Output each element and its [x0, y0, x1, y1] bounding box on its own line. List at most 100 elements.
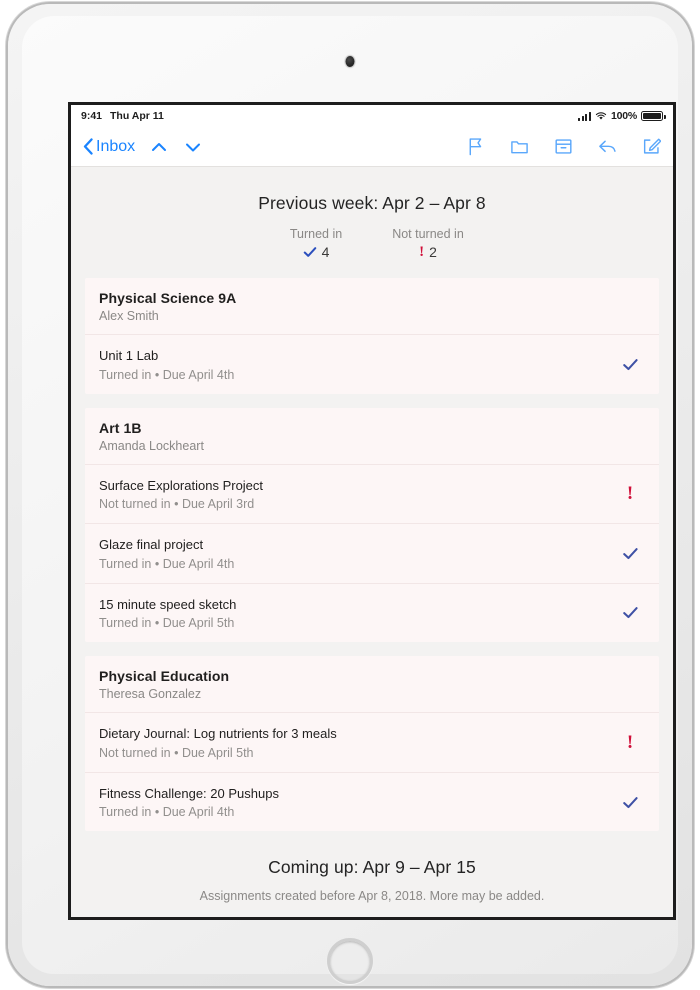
assignment-due-date: Due April 5th — [181, 745, 254, 760]
chevron-up-icon[interactable] — [149, 137, 169, 157]
stat-turned-in-value-group: 4 — [273, 244, 359, 260]
chevron-left-icon — [83, 138, 93, 155]
class-name: Art 1B — [99, 419, 142, 436]
battery-percentage: 100% — [610, 110, 637, 122]
wifi-icon — [595, 112, 607, 120]
assignment-row[interactable]: Unit 1 Lab Turned in • Due April 4th — [85, 334, 659, 394]
exclamation-icon: ! — [626, 731, 634, 753]
archive-icon[interactable] — [554, 137, 573, 156]
coming-up-note: Assignments created before Apr 8, 2018. … — [199, 889, 545, 904]
stat-not-turned-in-count: 2 — [429, 244, 437, 260]
assignment-status-indicator: ! — [617, 733, 643, 752]
assignment-details: Surface Explorations Project Not turned … — [99, 477, 617, 512]
navigation-left-group: Inbox — [83, 137, 203, 157]
flag-icon[interactable] — [466, 137, 485, 156]
class-card: Art 1B Amanda Lockheart Surface Explorat… — [85, 407, 659, 643]
assignment-separator: • — [154, 367, 160, 382]
assignment-status-indicator — [617, 604, 643, 621]
device-screen: 9:41 Thu Apr 11 100% Inbox Previous week… — [68, 102, 676, 920]
assignment-details: Glaze final project Turned in • Due Apri… — [99, 536, 617, 571]
assignment-title: Glaze final project — [99, 537, 204, 553]
stat-turned-in: Turned in 4 — [273, 227, 359, 260]
tablet-bezel: 9:41 Thu Apr 11 100% Inbox Previous week… — [22, 16, 678, 984]
week-summary-stats: Turned in 4 Not turned in ! 2 — [71, 227, 673, 260]
assignment-row[interactable]: Dietary Journal: Log nutrients for 3 mea… — [85, 712, 659, 772]
assignment-title: Dietary Journal: Log nutrients for 3 mea… — [99, 726, 337, 742]
assignment-row[interactable]: 15 minute speed sketch Turned in • Due A… — [85, 582, 659, 643]
class-card-header: Art 1B Amanda Lockheart — [85, 408, 659, 464]
stat-not-turned-in-value-group: ! 2 — [385, 244, 471, 260]
status-bar-right: 100% — [578, 110, 666, 122]
teacher-name: Amanda Lockheart — [99, 438, 204, 453]
assignment-status-indicator — [617, 794, 643, 811]
assignment-meta: Not turned in • Due April 3rd — [99, 497, 617, 511]
assignment-row[interactable]: Surface Explorations Project Not turned … — [85, 463, 659, 524]
cellular-signal-icon — [578, 111, 591, 121]
exclamation-icon: ! — [626, 483, 634, 505]
assignment-details: Unit 1 Lab Turned in • Due April 4th — [99, 347, 617, 382]
assignment-row[interactable]: Glaze final project Turned in • Due Apri… — [85, 523, 659, 583]
assignment-meta: Turned in • Due April 4th — [99, 368, 617, 382]
assignment-due-date: Due April 4th — [162, 556, 235, 571]
tablet-body: 9:41 Thu Apr 11 100% Inbox Previous week… — [8, 4, 692, 986]
chevron-down-icon[interactable] — [183, 137, 203, 157]
assignment-title: Surface Explorations Project — [99, 477, 264, 493]
compose-icon[interactable] — [642, 137, 661, 156]
battery-icon — [641, 111, 666, 121]
navigation-right-group — [466, 137, 661, 156]
class-cards-list: Physical Science 9A Alex Smith Unit 1 La… — [71, 264, 673, 832]
assignment-status: Turned in — [99, 616, 152, 631]
assignment-due-date: Due April 4th — [162, 805, 235, 820]
assignment-title: Unit 1 Lab — [99, 348, 159, 363]
coming-up-title: Coming up: Apr 9 – Apr 15 — [268, 857, 476, 878]
assignment-title: Fitness Challenge: 20 Pushups — [99, 785, 279, 801]
stat-not-turned-in: Not turned in ! 2 — [385, 227, 471, 260]
status-bar-date: Thu Apr 11 — [110, 110, 164, 122]
assignment-status: Turned in — [99, 367, 152, 382]
assignment-separator: • — [174, 745, 179, 760]
assignment-status: Turned in — [99, 556, 152, 571]
class-name: Physical Science 9A — [99, 290, 237, 306]
class-name: Physical Education — [99, 668, 230, 685]
checkmark-icon — [622, 358, 638, 370]
assignment-separator: • — [174, 497, 179, 512]
assignment-row[interactable]: Fitness Challenge: 20 Pushups Turned in … — [85, 771, 659, 832]
assignment-title: 15 minute speed sketch — [99, 596, 237, 612]
assignment-due-date: Due April 5th — [162, 616, 235, 631]
checkmark-icon — [622, 547, 638, 559]
email-content: Previous week: Apr 2 – Apr 8 Turned in 4 — [71, 167, 673, 917]
reply-icon[interactable] — [598, 137, 617, 156]
class-card: Physical Education Theresa Gonzalez Diet… — [85, 656, 659, 832]
front-camera-icon — [345, 56, 355, 67]
assignment-meta: Turned in • Due April 4th — [99, 805, 617, 819]
assignment-separator: • — [154, 556, 160, 571]
coming-up-section: Coming up: Apr 9 – Apr 15 Assignments cr… — [71, 845, 673, 905]
assignment-status: Not turned in — [99, 497, 171, 512]
assignment-due-date: Due April 3rd — [181, 497, 255, 512]
checkmark-icon — [622, 607, 638, 619]
back-to-inbox-button[interactable]: Inbox — [83, 138, 135, 156]
status-bar-time: 9:41 — [81, 110, 103, 122]
assignment-details: Fitness Challenge: 20 Pushups Turned in … — [99, 785, 617, 820]
assignment-status-indicator — [617, 545, 643, 562]
home-button[interactable] — [327, 938, 373, 984]
status-bar-left: 9:41 Thu Apr 11 — [81, 110, 164, 122]
folder-icon[interactable] — [510, 137, 529, 156]
class-card-header: Physical Science 9A Alex Smith — [85, 278, 659, 334]
assignment-separator: • — [154, 616, 160, 631]
checkmark-icon — [303, 247, 316, 257]
assignment-details: 15 minute speed sketch Turned in • Due A… — [99, 596, 617, 631]
navigation-bar: Inbox — [71, 127, 673, 167]
assignment-status-indicator — [617, 356, 643, 373]
assignment-meta: Turned in • Due April 4th — [99, 557, 617, 571]
stat-not-turned-in-label: Not turned in — [392, 227, 464, 241]
previous-week-header: Previous week: Apr 2 – Apr 8 Turned in 4 — [71, 167, 673, 264]
class-card-header: Physical Education Theresa Gonzalez — [85, 656, 659, 712]
assignment-status-indicator: ! — [617, 484, 643, 503]
assignment-meta: Turned in • Due April 5th — [99, 616, 617, 630]
assignment-status: Not turned in — [99, 745, 171, 760]
checkmark-icon — [622, 796, 638, 808]
teacher-name: Alex Smith — [99, 309, 159, 323]
assignment-due-date: Due April 4th — [162, 367, 235, 382]
assignment-details: Dietary Journal: Log nutrients for 3 mea… — [99, 725, 617, 760]
